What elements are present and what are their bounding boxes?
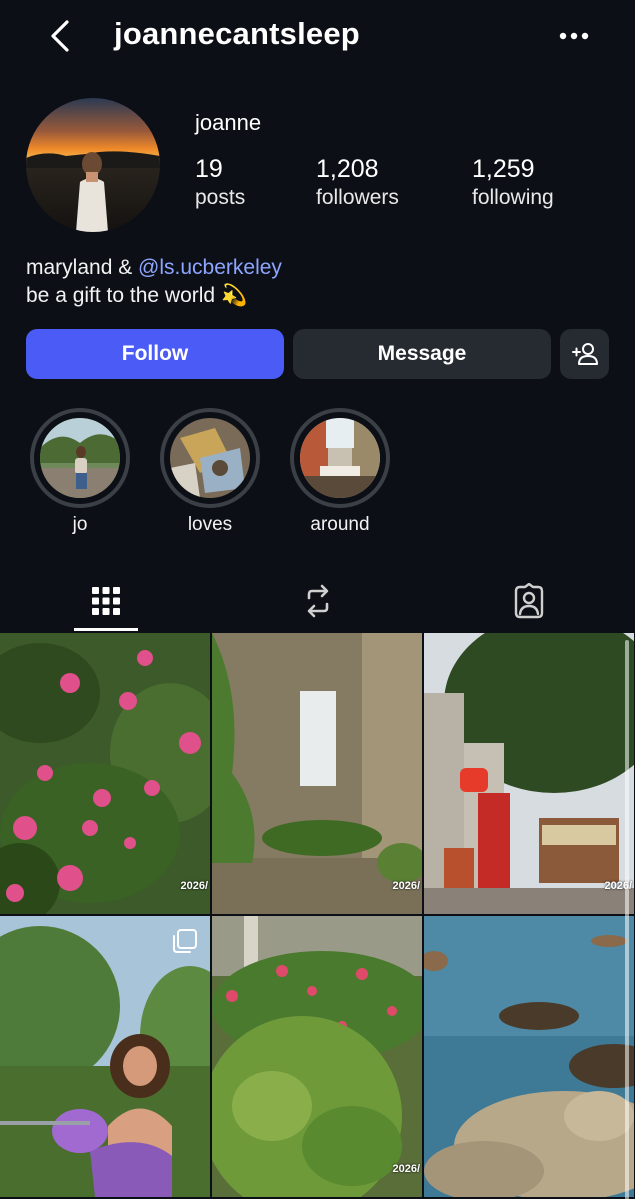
tab-reposts[interactable]: [286, 572, 350, 630]
reposts-icon: [307, 584, 329, 618]
back-button[interactable]: [40, 16, 80, 56]
post-thumbnail[interactable]: [424, 916, 634, 1197]
highlight-cover-jo: [40, 418, 120, 498]
post-thumbnail[interactable]: 2026/: [212, 916, 422, 1197]
post-date-label: 2026/: [392, 880, 420, 892]
following-stat[interactable]: 1,259 following: [472, 154, 554, 212]
highlight-ring: [290, 408, 390, 508]
bio-line-2: be a gift to the world 💫: [26, 284, 248, 307]
followers-count: 1,208: [316, 155, 379, 183]
posts-count: 19: [195, 155, 223, 183]
highlight-jo[interactable]: jo: [30, 408, 130, 536]
add-user-icon: [571, 343, 598, 365]
message-button[interactable]: Message: [293, 329, 551, 379]
post-thumbnail[interactable]: 2026/: [212, 633, 422, 914]
following-count: 1,259: [472, 155, 535, 183]
grid-icon: [92, 587, 120, 615]
bio-line-1: maryland & @ls.ucberkeley: [26, 254, 282, 282]
post-date-label: 2026/: [180, 880, 208, 892]
followers-stat[interactable]: 1,208 followers: [316, 154, 399, 212]
posts-grid: 2026/ 2026/ 2026/ 2026/: [0, 633, 635, 1199]
suggested-accounts-button[interactable]: [560, 329, 609, 379]
profile-avatar[interactable]: [26, 98, 160, 232]
tab-posts-grid[interactable]: [74, 572, 138, 630]
posts-stat: 19 posts: [195, 154, 245, 212]
highlight-loves[interactable]: loves: [160, 408, 260, 536]
profile-bio: maryland & @ls.ucberkeley be a gift to t…: [26, 254, 282, 310]
carousel-indicator: [172, 928, 198, 959]
chevron-left-icon: [51, 20, 69, 52]
followers-label: followers: [316, 186, 399, 209]
post-thumbnail[interactable]: [0, 916, 210, 1197]
post-date-label: 2026/: [392, 1163, 420, 1175]
highlight-label: around: [310, 514, 370, 535]
more-options-button[interactable]: [552, 18, 596, 54]
bio-text: maryland &: [26, 256, 139, 279]
highlight-ring: [30, 408, 130, 508]
scroll-indicator[interactable]: [625, 640, 629, 1199]
profile-username: joannecantsleep: [114, 16, 360, 51]
following-label: following: [472, 186, 554, 209]
follow-button[interactable]: Follow: [26, 329, 284, 379]
tab-selected-indicator: [74, 628, 138, 631]
highlight-cover-loves: [170, 418, 250, 498]
highlight-around[interactable]: around: [290, 408, 390, 536]
highlight-cover-around: [300, 418, 380, 498]
top-bar: joannecantsleep: [0, 0, 635, 72]
tagged-icon: [514, 583, 544, 619]
display-name: joanne: [195, 110, 262, 135]
bio-mention-link[interactable]: @ls.ucberkeley: [138, 256, 282, 279]
post-thumbnail[interactable]: 2026/: [424, 633, 634, 914]
multiple-photos-icon: [173, 929, 197, 953]
tab-tagged[interactable]: [497, 572, 561, 630]
highlight-label: jo: [72, 514, 88, 535]
more-horizontal-icon: [559, 32, 589, 40]
highlight-label: loves: [187, 514, 233, 535]
highlight-ring: [160, 408, 260, 508]
post-thumbnail[interactable]: 2026/: [0, 633, 210, 914]
posts-label: posts: [195, 186, 246, 209]
